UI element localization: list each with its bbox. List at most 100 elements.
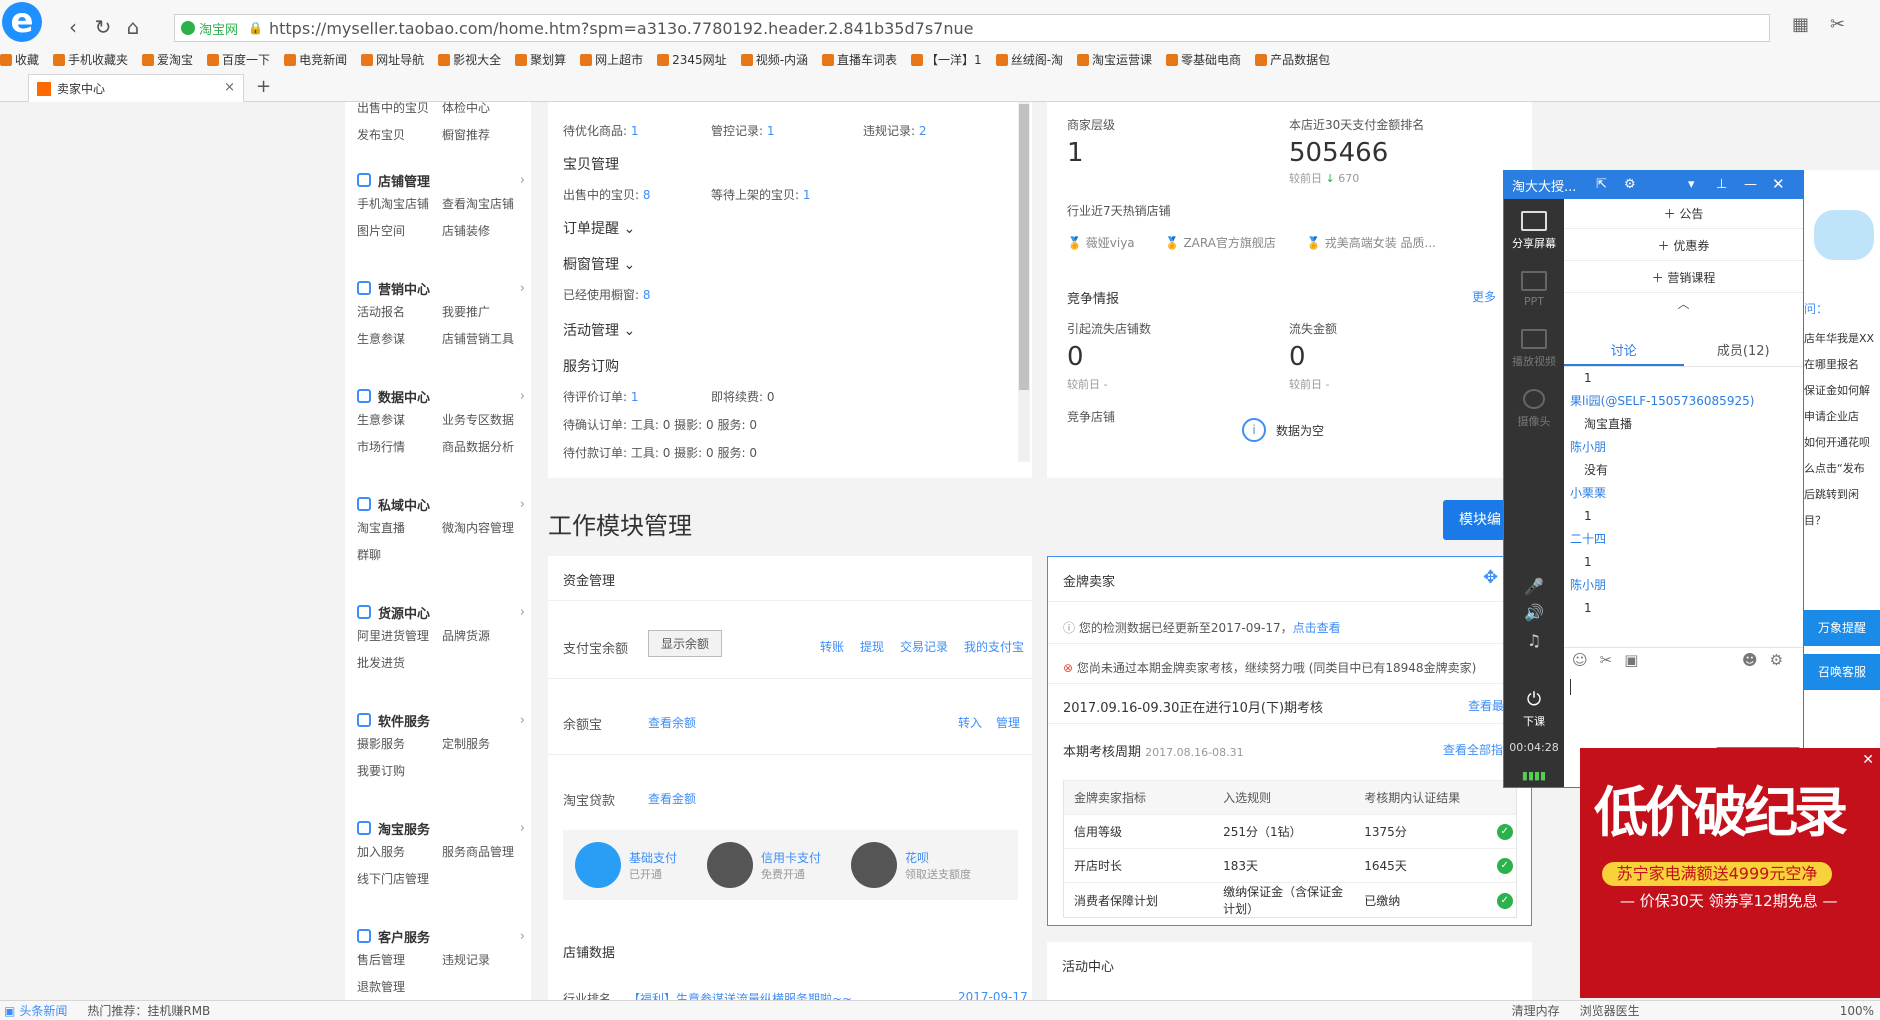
url-text[interactable]: https://myseller.taobao.com/home.htm?spm… [269, 19, 973, 38]
pay-method[interactable]: 基础支付 已开通 [575, 842, 677, 888]
announcement-button[interactable]: ＋ 公告 [1564, 199, 1803, 229]
yeb-manage-link[interactable]: 管理 [996, 714, 1020, 731]
marketing-course-button[interactable]: ＋ 营销课程 [1564, 263, 1803, 293]
sidebar-link[interactable]: 商品数据分析 [442, 438, 527, 455]
help-line[interactable]: 目？ [1804, 512, 1880, 538]
sidebar-link[interactable]: 我要推广 [442, 303, 527, 320]
grid-icon[interactable]: ▦ [1792, 14, 1809, 35]
emoji-icon[interactable]: ☺ [1572, 651, 1588, 669]
sidebar-group-title[interactable]: 数据中心 › [357, 386, 527, 406]
ppt-button[interactable]: PPT [1504, 271, 1564, 308]
chat-input[interactable] [1568, 675, 1798, 741]
sidebar-link[interactable]: 发布宝贝 [357, 126, 442, 143]
favorite-item[interactable]: 2345网址 [657, 51, 727, 68]
help-line[interactable]: 如何开通花呗 [1804, 434, 1880, 460]
tab-discussion[interactable]: 讨论 [1564, 337, 1684, 366]
intel-more-link[interactable]: 更多 [1472, 288, 1496, 305]
sidebar-link[interactable]: 店铺营销工具 [442, 330, 527, 347]
sidebar-link[interactable]: 查看淘宝店铺 [442, 195, 527, 212]
order-reminder-title[interactable]: 订单提醒 ⌄ [563, 218, 635, 238]
favorite-item[interactable]: 产品数据包 [1255, 51, 1330, 68]
violation-record-count[interactable]: 2 [919, 124, 927, 138]
hot-shop-item[interactable]: 🏅 ZARA官方旗舰店 [1165, 234, 1276, 251]
help-line[interactable]: 店年华我是XX [1804, 330, 1880, 356]
tab-members[interactable]: 成员(12) [1684, 337, 1804, 366]
sidebar-link[interactable]: 加入服务 [357, 843, 442, 860]
share-screen-button[interactable]: 分享屏幕 [1504, 211, 1564, 251]
scrollbar[interactable] [1018, 102, 1030, 462]
on-sale-count[interactable]: 8 [643, 188, 651, 202]
sidebar-link[interactable]: 手机淘宝店铺 [357, 195, 442, 212]
status-clean-memory[interactable]: 清理内存 [1512, 1002, 1560, 1019]
favorite-item[interactable]: 聚划算 [515, 51, 566, 68]
news-icon[interactable]: ▣ [4, 1004, 15, 1018]
alipay-link[interactable]: 转账 [820, 638, 844, 655]
favorite-item[interactable]: 网址导航 [361, 51, 424, 68]
sidebar-group-title[interactable]: 货源中心 › [357, 602, 527, 622]
ad-close-icon[interactable]: ✕ [1862, 752, 1874, 768]
sidebar-link[interactable]: 生意参谋 [357, 411, 442, 428]
mic-icon[interactable]: 🎤 [1504, 577, 1564, 596]
dropdown-icon[interactable]: ▾ [1688, 177, 1695, 192]
help-line[interactable]: 保证金如何解 [1804, 382, 1880, 408]
favorite-item[interactable]: 丝绒阁-淘 [995, 51, 1063, 68]
tools-icon[interactable]: ✂ [1830, 14, 1845, 35]
scissors-icon[interactable]: ✂ [1600, 651, 1613, 669]
end-class-label[interactable]: 下课 [1504, 713, 1564, 729]
hot-shop-item[interactable]: 🏅 薇娅viya [1067, 234, 1135, 251]
collapse-icon[interactable]: ︿ [1564, 295, 1803, 312]
waiting-count[interactable]: 1 [803, 188, 811, 202]
module-edit-button[interactable]: 模块编 [1443, 500, 1509, 540]
notice-view-link[interactable]: 点击查看 [1293, 621, 1341, 635]
sidebar-link[interactable]: 品牌货源 [442, 627, 527, 644]
favorite-item[interactable]: 【一洋】1 [911, 51, 982, 68]
reminder-button[interactable]: 万象提醒 [1804, 610, 1880, 646]
sidebar-group-title[interactable]: 客户服务 › [357, 926, 527, 946]
gear-icon[interactable]: ⚙ [1770, 651, 1783, 669]
pay-method[interactable]: 花呗 领取送支额度 [851, 842, 971, 888]
sidebar-link[interactable]: 橱窗推荐 [442, 126, 527, 143]
sidebar-link[interactable]: 淘宝直播 [357, 519, 442, 536]
favorite-item[interactable]: 爱淘宝 [142, 51, 193, 68]
favorite-item[interactable]: 手机收藏夹 [53, 51, 128, 68]
favorite-item[interactable]: 网上超市 [580, 51, 643, 68]
tab-seller-center[interactable]: 卖家中心 × [28, 74, 244, 102]
new-tab-icon[interactable]: + [256, 76, 271, 97]
sidebar-link[interactable]: 批发进货 [357, 654, 442, 671]
yeb-view-link[interactable]: 查看余额 [648, 714, 696, 731]
window-used-count[interactable]: 8 [643, 288, 651, 302]
sidebar-link[interactable]: 线下门店管理 [357, 870, 442, 887]
news-link[interactable]: 【福利】生意参谋送流量纵横服务期啦~~ [628, 990, 852, 1000]
hot-shop-item[interactable]: 🏅 戎美高端女装 品质... [1306, 234, 1436, 251]
sidebar-group-title[interactable]: 营销中心 › [357, 278, 527, 298]
sidebar-link[interactable]: 阿里进货管理 [357, 627, 442, 644]
window-management-title[interactable]: 橱窗管理 ⌄ [563, 254, 635, 274]
end-class-icon[interactable]: ⏻ [1504, 689, 1564, 710]
favorite-item[interactable]: 直播车词表 [822, 51, 897, 68]
status-hot[interactable]: 热门推荐：挂机赚RMB [87, 1002, 210, 1019]
camera-button[interactable]: 摄像头 [1504, 389, 1564, 429]
alipay-link[interactable]: 我的支付宝 [964, 638, 1024, 655]
sidebar-link[interactable]: 店铺装修 [442, 222, 527, 239]
share-icon[interactable]: ⇱ [1596, 177, 1607, 192]
status-doctor[interactable]: 浏览器医生 [1580, 1002, 1640, 1019]
call-service-button[interactable]: 召唤客服 [1804, 654, 1880, 690]
sidebar-link[interactable]: 服务商品管理 [442, 843, 527, 860]
sidebar-link[interactable]: 体检中心 [442, 102, 527, 116]
alipay-link[interactable]: 提现 [860, 638, 884, 655]
sidebar-link[interactable]: 市场行情 [357, 438, 442, 455]
activity-management-title[interactable]: 活动管理 ⌄ [563, 320, 635, 340]
back-icon[interactable]: ‹ [60, 14, 86, 40]
sidebar-link[interactable]: 定制服务 [442, 735, 527, 752]
show-balance-button[interactable]: 显示余额 [648, 630, 723, 657]
favorite-item[interactable]: 视频-内涵 [740, 51, 808, 68]
loan-view-link[interactable]: 查看金额 [648, 790, 696, 807]
sidebar-link[interactable]: 违规记录 [442, 951, 527, 968]
minimize-icon[interactable]: — [1744, 177, 1757, 192]
user-icon[interactable]: ☻ [1742, 651, 1758, 669]
pending-review-count[interactable]: 1 [631, 390, 639, 404]
sidebar-link[interactable]: 业务专区数据 [442, 411, 527, 428]
help-line[interactable]: 在哪里报名 [1804, 356, 1880, 382]
favorite-item[interactable]: 影视大全 [438, 51, 501, 68]
favorite-item[interactable]: 电竞新闻 [284, 51, 347, 68]
